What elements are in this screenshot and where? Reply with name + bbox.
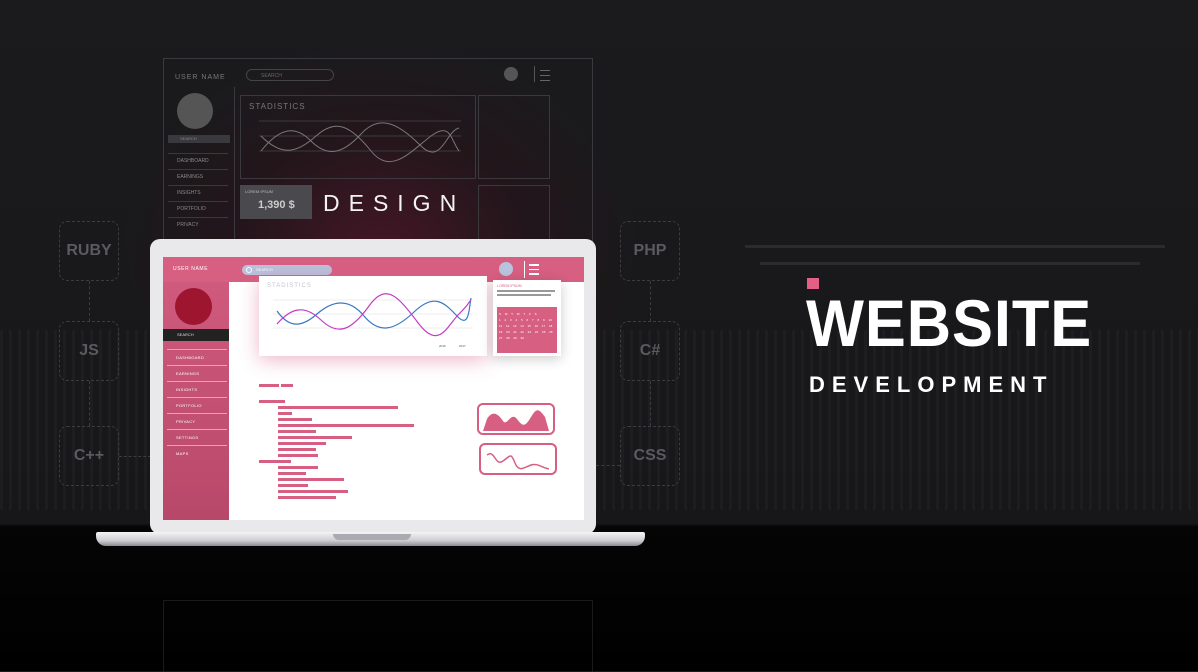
bg-sidebar-item: PORTFOLIO [168, 201, 228, 215]
menu-icon [524, 261, 541, 278]
bg-sidebar-item: INSIGHTS [168, 185, 228, 199]
connector-line [650, 381, 651, 426]
legend-b: 2017 [459, 344, 466, 348]
bg-avatar-small [504, 67, 518, 81]
tech-box-csharp: C# [620, 321, 680, 381]
connector-line [650, 281, 651, 321]
light-streak [760, 262, 1140, 265]
series-line-blue [276, 297, 472, 329]
calendar-grid: S M T W T F S 1 2 3 4 5 6 7 8 9 10 11 12… [497, 307, 557, 353]
connector-line [119, 456, 151, 457]
calendar-title: LOREM IPSUM [497, 284, 522, 288]
screen-search-bar: SEARCH [242, 265, 332, 275]
headline-title: WEBSITE [806, 286, 1093, 360]
mini-line-chart [479, 443, 557, 475]
bg-price-label: LOREM IPSUM [245, 189, 274, 194]
sidebar-search: SEARCH [163, 329, 229, 341]
bg-stats-lines [259, 120, 461, 163]
sidebar-item-dashboard: DASHBOARD [167, 349, 227, 364]
design-label: DESIGN [323, 190, 466, 216]
connector-line [89, 381, 90, 426]
laptop-reflection [163, 600, 593, 672]
avatar [499, 262, 513, 276]
connector-line [89, 281, 90, 321]
bg-price-card: LOREM IPSUM 1,390 $ [240, 185, 312, 219]
bg-sidebar-item: EARNINGS [168, 169, 228, 183]
tech-box-php: PHP [620, 221, 680, 281]
laptop-screen: USER NAME SEARCH SEARCH DASHBOARD EARNIN… [163, 257, 584, 520]
bg-menu-icon [534, 66, 553, 82]
light-streak [745, 245, 1165, 248]
tech-box-cpp: C++ [59, 426, 119, 486]
bg-sidebar-item: PRIVACY [168, 217, 228, 231]
sidebar-item-earnings: EARNINGS [167, 365, 227, 380]
mini-area-chart [477, 403, 555, 435]
bg-sidebar-search: SEARCH [168, 135, 230, 143]
tech-box-ruby: RUBY [59, 221, 119, 281]
sidebar-item-portfolio: PORTFOLIO [167, 397, 227, 412]
calendar-days: 1 2 3 4 5 6 7 8 9 10 11 12 13 14 15 16 1… [499, 318, 553, 340]
laptop: USER NAME SEARCH SEARCH DASHBOARD EARNIN… [150, 239, 596, 534]
connector-line [596, 465, 620, 466]
screen-sidebar: SEARCH DASHBOARD EARNINGS INSIGHTS PORTF… [163, 282, 229, 520]
screen-calendar-card: LOREM IPSUM S M T W T F S 1 2 3 4 5 6 7 … [493, 280, 561, 356]
screen-stats-card: STADISTICS 2016 2017 [259, 276, 487, 356]
sidebar-item-insights: INSIGHTS [167, 381, 227, 396]
screen-stats-chart [273, 293, 473, 337]
laptop-notch [333, 534, 411, 540]
bg-stats-card: STADISTICS [240, 95, 476, 179]
sidebar-item-settings: SETTINGS [167, 429, 227, 444]
bg-price: 1,390 $ [258, 199, 295, 211]
sidebar-avatar [175, 288, 212, 325]
bg-sidebar-item: DASHBOARD [168, 153, 228, 167]
screen-search-placeholder: SEARCH [256, 267, 273, 272]
bg-card [478, 185, 550, 243]
sidebar-item-privacy: PRIVACY [167, 413, 227, 428]
legend-a: 2016 [439, 344, 446, 348]
bg-user-name: USER NAME [175, 74, 226, 81]
sidebar-item-maps: MAPS [167, 445, 227, 460]
tech-box-js: JS [59, 321, 119, 381]
headline-subtitle: DEVELOPMENT [809, 372, 1054, 397]
bg-avatar [177, 93, 213, 129]
bg-calendar-card [478, 95, 550, 179]
background-dashboard: USER NAME SEARCH SEARCH DASHBOARD EARNIN… [163, 58, 593, 250]
bg-search-bar: SEARCH [246, 69, 334, 81]
tech-box-css: CSS [620, 426, 680, 486]
search-icon [246, 267, 252, 273]
bg-sidebar: SEARCH DASHBOARD EARNINGS INSIGHTS PORTF… [164, 87, 235, 249]
screen-user-name: USER NAME [173, 266, 209, 272]
